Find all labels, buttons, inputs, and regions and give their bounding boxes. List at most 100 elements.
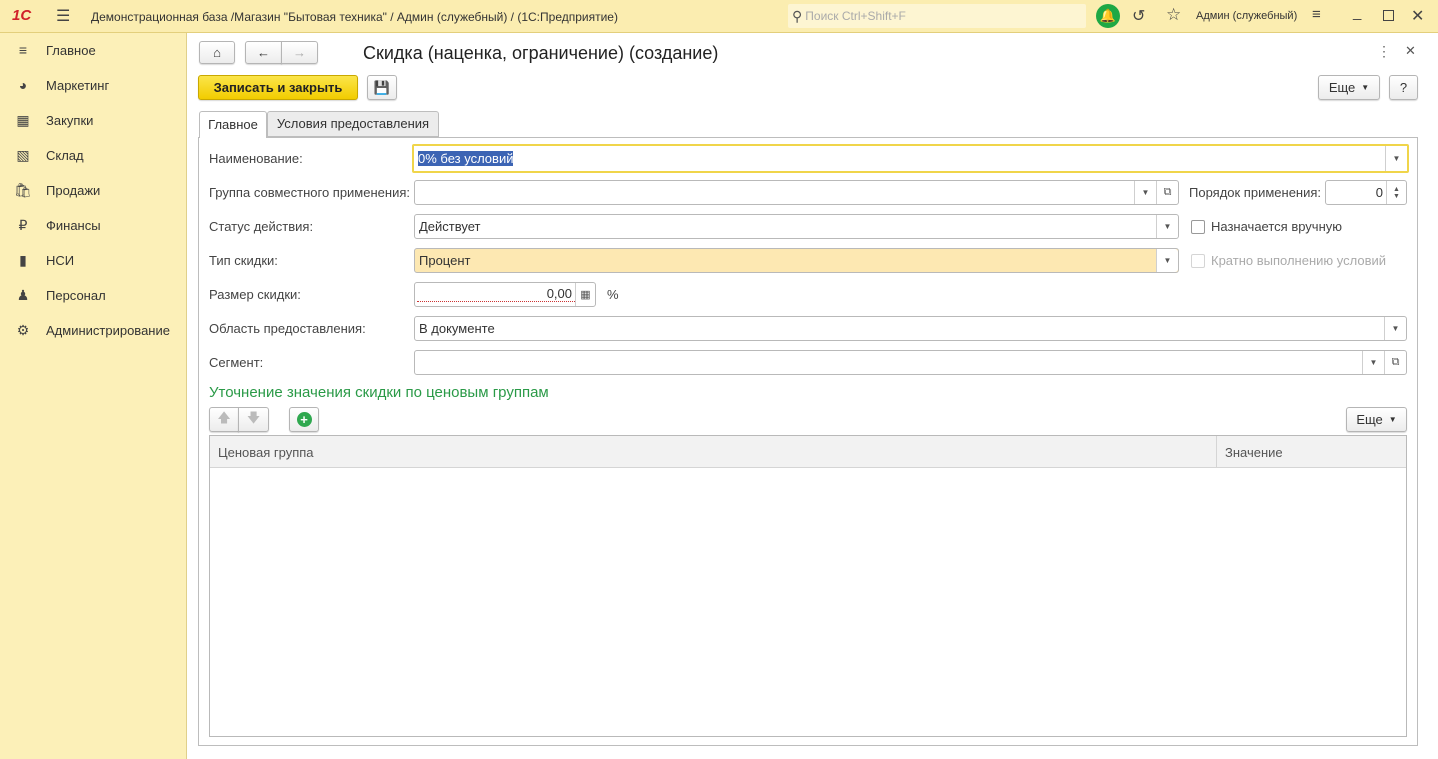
calculator-icon[interactable]: ▦: [575, 283, 595, 306]
sidebar-item-label: Закупки: [46, 112, 94, 128]
search-input[interactable]: ⚲ Поиск Ctrl+Shift+F: [788, 4, 1086, 28]
chevron-down-icon: ▼: [1388, 415, 1397, 424]
type-value: Процент: [419, 253, 471, 268]
chevron-down-icon[interactable]: ▼: [1362, 351, 1384, 374]
sidebar-item-main[interactable]: ≡ Главное: [0, 33, 186, 67]
order-input[interactable]: 0 ▲ ▼: [1325, 180, 1407, 205]
help-button[interactable]: ?: [1389, 75, 1418, 100]
name-label: Наименование:: [209, 151, 303, 166]
chevron-down-icon[interactable]: ▼: [1156, 215, 1178, 238]
order-value: 0: [1375, 185, 1383, 200]
sidebar-item-label: Администрирование: [46, 322, 170, 338]
sidebar-item-finance[interactable]: ₽ Финансы: [0, 208, 186, 242]
column-header-price-group[interactable]: Ценовая группа: [218, 445, 314, 460]
form-title: Скидка (наценка, ограничение) (создание): [363, 43, 719, 63]
size-unit: %: [607, 287, 619, 302]
group-input[interactable]: ▼ ⧉: [414, 180, 1179, 205]
open-icon[interactable]: ⧉: [1384, 351, 1406, 374]
size-value: 0,00: [417, 286, 575, 302]
title-bar: 1C ☰ Демонстрационная база /Магазин "Быт…: [0, 0, 1438, 33]
chevron-down-icon: ▼: [1361, 83, 1370, 92]
more-label: Еще: [1356, 412, 1383, 427]
favorites-star-icon[interactable]: ☆: [1166, 5, 1181, 25]
user-name[interactable]: Админ (служебный): [1196, 10, 1297, 22]
arrow-right-icon: →: [293, 45, 306, 60]
move-up-button[interactable]: 🡅: [209, 407, 239, 432]
warehouse-icon: ▧: [16, 146, 30, 163]
bag-icon: 🛍: [14, 181, 32, 198]
ruble-icon: ₽: [18, 216, 28, 233]
tab-conditions[interactable]: Условия предоставления: [267, 111, 439, 137]
more-actions-icon[interactable]: ⋮: [1377, 43, 1391, 60]
sidebar-item-label: Продажи: [46, 182, 101, 198]
sidebar-item-label: Маркетинг: [46, 77, 110, 93]
segment-input[interactable]: ▼ ⧉: [414, 350, 1407, 375]
multiple-label: Кратно выполнению условий: [1211, 253, 1386, 268]
sidebar-item-marketing[interactable]: ◕ Маркетинг: [0, 68, 186, 102]
multiple-checkbox[interactable]: [1191, 254, 1205, 268]
status-select[interactable]: Действует ▼: [414, 214, 1179, 239]
notifications-bell-icon[interactable]: 🔔: [1096, 4, 1120, 28]
group-label: Группа совместного применения:: [209, 185, 410, 200]
pie-chart-icon: ◕: [18, 77, 28, 93]
history-icon[interactable]: ↺: [1132, 6, 1145, 26]
hamburger-menu-icon[interactable]: ☰: [56, 6, 70, 26]
move-down-button[interactable]: 🡇: [238, 407, 269, 432]
back-button[interactable]: ←: [245, 41, 282, 64]
more-button[interactable]: Еще ▼: [1318, 75, 1380, 100]
sidebar-item-administration[interactable]: ⚙ Администрирование: [0, 313, 186, 347]
name-value: 0% без условий: [418, 151, 514, 166]
sidebar-item-nsi[interactable]: ▮ НСИ: [0, 243, 186, 277]
sidebar: ≡ Главное ◕ Маркетинг ▦ Закупки ▧ Склад 🛍 Про…: [0, 33, 187, 759]
sidebar-item-label: НСИ: [46, 252, 75, 268]
sidebar-item-sales[interactable]: 🛍 Продажи: [0, 173, 186, 207]
menu-icon: ≡: [18, 42, 28, 58]
table-more-button[interactable]: Еще ▼: [1346, 407, 1407, 432]
sidebar-item-personnel[interactable]: ♟ Персонал: [0, 278, 186, 312]
minimize-icon[interactable]: _: [1353, 4, 1361, 21]
home-icon: ⌂: [213, 45, 221, 60]
book-icon: ▮: [19, 251, 27, 268]
maximize-icon[interactable]: [1383, 10, 1394, 21]
search-icon: ⚲: [792, 7, 803, 24]
name-input[interactable]: 0% без условий ▼: [412, 144, 1409, 173]
add-row-button[interactable]: +: [289, 407, 319, 432]
size-label: Размер скидки:: [209, 287, 301, 302]
column-header-value[interactable]: Значение: [1225, 445, 1283, 460]
plus-circle-icon: +: [296, 412, 312, 427]
type-label: Тип скидки:: [209, 253, 278, 268]
tab-main[interactable]: Главное: [199, 111, 267, 138]
save-button[interactable]: 💾: [367, 75, 397, 100]
sidebar-item-label: Главное: [46, 42, 96, 58]
status-value: Действует: [419, 219, 481, 234]
segment-label: Сегмент:: [209, 355, 264, 370]
sidebar-item-warehouse[interactable]: ▧ Склад: [0, 138, 186, 172]
home-button[interactable]: ⌂: [199, 41, 235, 64]
open-icon[interactable]: ⧉: [1156, 181, 1178, 204]
chevron-down-icon[interactable]: ▼: [1385, 146, 1407, 171]
arrow-left-icon: ←: [257, 45, 270, 60]
manual-checkbox[interactable]: [1191, 220, 1205, 234]
close-window-icon[interactable]: ✕: [1411, 6, 1424, 26]
floppy-disk-icon: 💾: [373, 79, 391, 95]
chevron-down-icon[interactable]: ▼: [1134, 181, 1156, 204]
sidebar-item-purchases[interactable]: ▦ Закупки: [0, 103, 186, 137]
arrow-down-icon: 🡇: [246, 409, 261, 425]
type-select[interactable]: Процент ▼: [414, 248, 1179, 273]
size-input[interactable]: 0,00 ▦: [414, 282, 596, 307]
table-header: Ценовая группа Значение: [210, 436, 1406, 468]
chevron-down-icon[interactable]: ▼: [1384, 317, 1406, 340]
area-value: В документе: [419, 321, 495, 336]
settings-menu-icon[interactable]: ≡: [1312, 6, 1321, 23]
chevron-down-icon[interactable]: ▼: [1156, 249, 1178, 272]
search-placeholder: Поиск Ctrl+Shift+F: [805, 9, 906, 23]
area-select[interactable]: В документе ▼: [414, 316, 1407, 341]
person-icon: ♟: [16, 286, 30, 303]
1c-logo-icon: 1C: [12, 7, 32, 24]
close-form-icon[interactable]: ✕: [1405, 43, 1416, 59]
price-groups-table[interactable]: Ценовая группа Значение: [209, 435, 1407, 737]
forward-button[interactable]: →: [281, 41, 318, 64]
save-and-close-button[interactable]: Записать и закрыть: [198, 75, 358, 100]
window-title: Демонстрационная база /Магазин "Бытовая …: [91, 10, 618, 24]
spinner-icon[interactable]: ▲ ▼: [1386, 181, 1406, 204]
